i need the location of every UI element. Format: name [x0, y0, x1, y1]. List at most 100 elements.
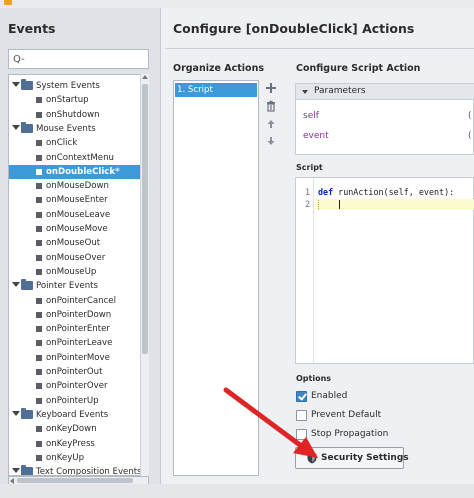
tree-event-item[interactable]: onPointerUp	[9, 394, 142, 408]
hscroll-thumb[interactable]	[17, 478, 133, 483]
param-name: event	[303, 131, 329, 141]
tree-event-label: onMouseMove	[46, 224, 108, 234]
scroll-up-arrow-icon[interactable]	[142, 75, 148, 79]
organize-actions-title: Organize Actions	[173, 63, 264, 74]
code-signature: runAction(self, event):	[333, 187, 455, 197]
tree-event-item[interactable]: onMouseOut	[9, 236, 142, 250]
status-strip	[0, 484, 474, 498]
tree-folder[interactable]: Mouse Events	[9, 121, 142, 136]
tree-event-label: onClick	[46, 138, 78, 149]
event-icon	[36, 383, 42, 390]
trash-icon[interactable]	[265, 100, 277, 112]
action-item-script[interactable]: 1. Script	[175, 83, 257, 97]
event-icon	[36, 97, 42, 104]
tree-event-label: onKeyDown	[46, 424, 97, 435]
tree-event-item[interactable]: onPointerOut	[9, 365, 142, 379]
tree-event-item[interactable]: onMouseOver	[9, 251, 142, 265]
tree-event-item[interactable]: onContextMenu	[9, 151, 142, 165]
code-line[interactable]: def runAction(self, event):	[318, 187, 454, 197]
tree-event-label: onContextMenu	[46, 152, 114, 163]
tree-event-label: onKeyPress	[46, 438, 95, 449]
event-icon	[36, 297, 42, 304]
tree-event-item[interactable]: onMouseEnter	[9, 193, 142, 207]
arrow-down-icon[interactable]	[265, 135, 277, 147]
tree-folder[interactable]: Pointer Events	[9, 279, 142, 293]
tree-event-item[interactable]: onClick	[9, 136, 142, 150]
tree-event-label: onShutdown	[46, 109, 100, 120]
tree-event-item[interactable]: onMouseMove	[9, 222, 142, 236]
divider	[165, 48, 474, 49]
tree-folder-label: Keyboard Events	[36, 409, 109, 420]
tree-event-item[interactable]: onMouseLeave	[9, 208, 142, 222]
tree-folder[interactable]: System Events	[9, 79, 142, 93]
tree-event-label: onDoubleClick*	[46, 166, 120, 177]
tree-event-label: onPointerCancel	[46, 295, 116, 306]
tree-event-item[interactable]: onDoubleClick*	[9, 164, 142, 179]
options-label: Options	[296, 374, 332, 383]
configure-script-action-title: Configure Script Action	[296, 63, 421, 74]
folder-icon	[21, 465, 33, 475]
collapse-toggle-icon[interactable]	[12, 410, 20, 416]
text-cursor	[339, 200, 340, 209]
arrow-up-icon[interactable]	[265, 118, 277, 130]
tree-event-label: onPointerUp	[46, 395, 99, 406]
event-icon	[36, 254, 42, 261]
event-icon	[36, 111, 42, 118]
search-icon: Q-	[13, 54, 25, 65]
events-panel: Events Q- System Events onStartup onShutdo…	[0, 8, 161, 498]
event-icon	[36, 154, 42, 161]
event-icon	[36, 454, 42, 461]
tree-event-item[interactable]: onKeyPress	[9, 437, 142, 451]
scroll-thumb[interactable]	[142, 84, 148, 354]
tree-event-item[interactable]: onPointerOver	[9, 379, 142, 393]
tree-event-item[interactable]: onPointerLeave	[9, 336, 142, 350]
tree-event-item[interactable]: onKeyUp	[9, 451, 142, 465]
tree-event-label: onPointerOver	[46, 381, 108, 392]
folder-icon	[21, 121, 33, 133]
tree-event-label: onPointerMove	[46, 352, 110, 363]
tree-folder[interactable]: Keyboard Events	[9, 407, 142, 422]
tree-event-item[interactable]: onStartup	[9, 93, 142, 107]
tree-folder[interactable]: Text Composition Events	[9, 465, 142, 475]
actions-list[interactable]: 1. Script	[173, 80, 259, 476]
tree-event-item[interactable]: onKeyDown	[9, 422, 142, 436]
events-search-input[interactable]: Q-	[8, 49, 149, 69]
tree-event-label: onPointerLeave	[46, 338, 113, 349]
plus-icon[interactable]	[265, 82, 277, 94]
event-icon	[36, 211, 42, 218]
tree-event-label: onMouseUp	[46, 266, 97, 277]
tree-event-item[interactable]: onPointerEnter	[9, 322, 142, 336]
events-tree-scrollbar[interactable]	[140, 74, 149, 476]
collapse-toggle-icon[interactable]	[12, 82, 20, 87]
parameters-header[interactable]: Parameters	[296, 84, 474, 100]
events-tree[interactable]: System Events onStartup onShutdown Mouse Ev…	[8, 74, 149, 476]
collapse-toggle-icon[interactable]	[12, 124, 20, 130]
tree-event-item[interactable]: onMouseUp	[9, 265, 142, 279]
tree-event-label: onMouseOver	[46, 252, 106, 263]
event-icon	[36, 168, 42, 175]
security-settings-button[interactable]: Security Settings	[295, 447, 409, 469]
tree-event-item[interactable]: onPointerMove	[9, 351, 142, 365]
event-icon	[36, 354, 42, 361]
window-top-strip	[0, 0, 474, 8]
tree-event-item[interactable]: onShutdown	[9, 108, 142, 122]
script-editor[interactable]: 1 2 def runAction(self, event):	[295, 177, 474, 364]
tree-event-label: onMouseOut	[46, 238, 101, 249]
stop-propagation-checkbox[interactable]	[296, 429, 307, 440]
event-icon	[36, 426, 42, 433]
enabled-checkbox[interactable]	[296, 391, 307, 402]
tree-event-label: onKeyUp	[46, 452, 85, 463]
collapse-toggle-icon[interactable]	[12, 468, 20, 474]
tree-event-item[interactable]: onPointerDown	[9, 308, 142, 322]
tree-event-label: onMouseLeave	[46, 209, 111, 220]
prevent-default-label: Prevent Default	[311, 410, 382, 420]
tree-event-item[interactable]: onMouseDown	[9, 179, 142, 193]
parameters-section: Parameters self ( event (	[295, 83, 474, 155]
tree-event-label: onPointerOut	[46, 367, 103, 377]
line-gutter: 1 2	[296, 178, 314, 363]
tree-event-item[interactable]: onPointerCancel	[9, 294, 142, 308]
prevent-default-checkbox[interactable]	[296, 410, 307, 421]
collapse-toggle-icon[interactable]	[12, 282, 20, 288]
security-settings-label: Security Settings	[321, 453, 409, 463]
event-icon	[36, 226, 42, 232]
